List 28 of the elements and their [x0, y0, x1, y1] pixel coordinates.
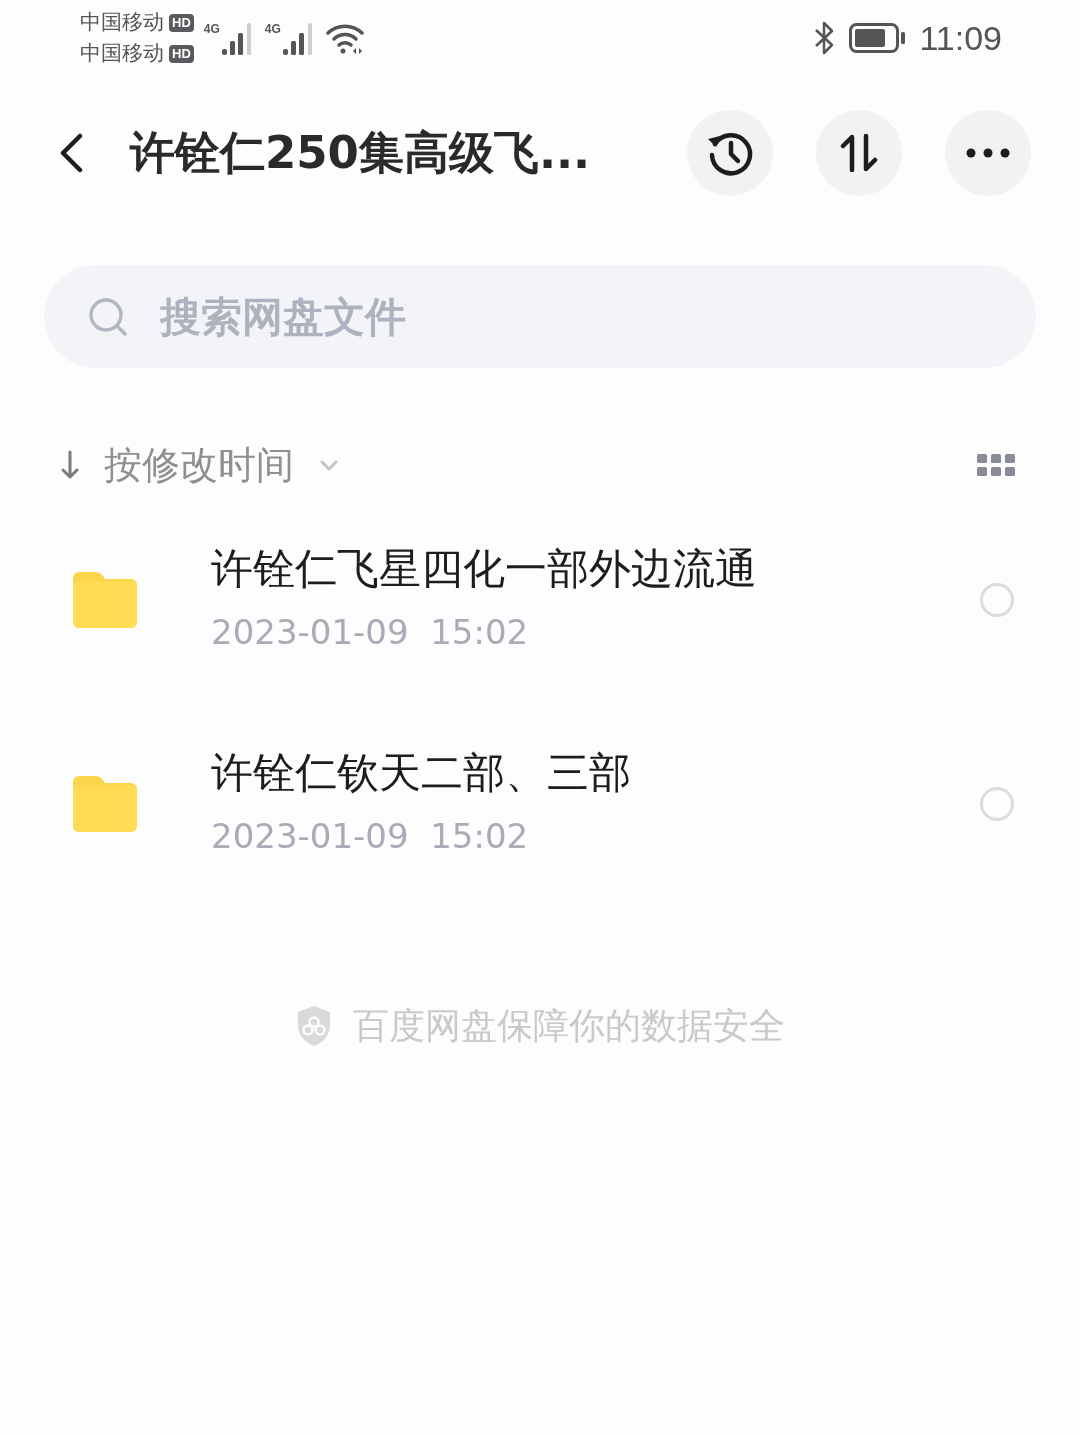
network-type: 4G — [264, 22, 281, 36]
clock-time: 11:09 — [919, 18, 1002, 58]
search-icon — [88, 297, 128, 337]
grid-icon — [977, 454, 1015, 476]
select-radio[interactable] — [980, 583, 1014, 617]
back-button[interactable] — [58, 133, 84, 173]
down-arrow-icon — [60, 450, 80, 480]
chevron-down-icon — [320, 459, 338, 471]
folder-name[interactable]: 许铨仁钦天二部、三部 — [211, 746, 980, 800]
select-radio[interactable] — [980, 787, 1014, 821]
grid-view-button[interactable] — [977, 454, 1015, 476]
history-icon — [706, 130, 754, 176]
carrier-name: 中国移动 — [80, 41, 164, 66]
battery-icon — [849, 23, 908, 53]
hd-badge: HD — [169, 13, 194, 32]
folder-icon — [73, 572, 137, 628]
shield-icon — [295, 1005, 332, 1047]
carrier-name: 中国移动 — [80, 10, 164, 35]
folder-icon — [73, 776, 137, 832]
back-icon — [58, 133, 84, 173]
folder-name[interactable]: 许铨仁飞星四化一部外边流通 — [211, 542, 980, 596]
more-icon — [966, 148, 1010, 158]
hd-badge: HD — [169, 44, 194, 63]
wifi-icon — [325, 22, 364, 54]
modified-date: 2023-01-09 15:02 — [211, 815, 530, 858]
modified-date: 2023-01-09 15:02 — [211, 611, 530, 654]
network-type: 4G — [203, 22, 220, 36]
folder-title: 许铨仁250集高级飞... — [130, 125, 592, 181]
